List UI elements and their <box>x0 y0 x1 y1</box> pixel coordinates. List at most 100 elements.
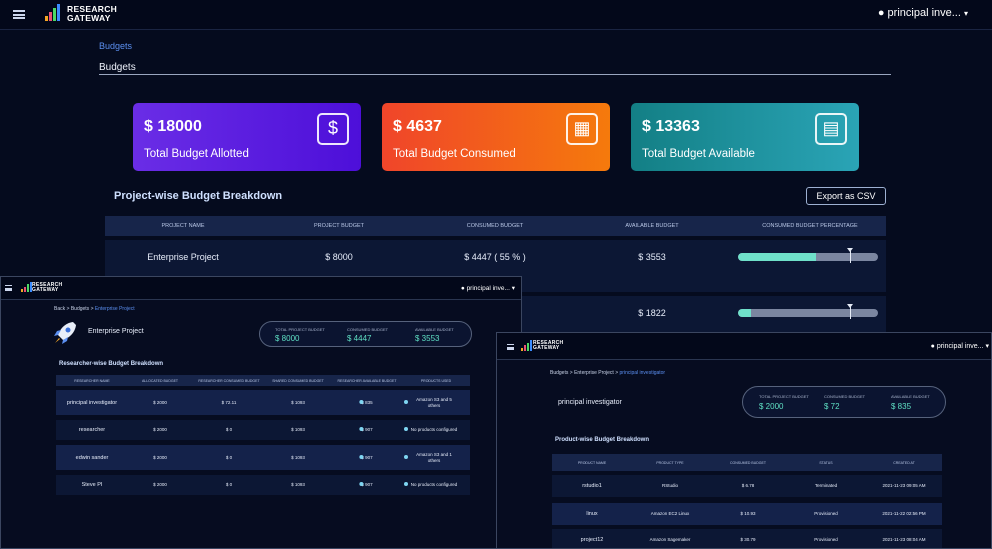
allocated-budget: $ 2000 <box>153 400 167 405</box>
menu-icon[interactable] <box>507 344 514 350</box>
product-consumed: $ 30.79 <box>740 537 756 542</box>
col-consumed-percentage: CONSUMED BUDGET PERCENTAGE <box>762 223 858 229</box>
brand-line-2: GATEWAY <box>32 287 59 294</box>
project-section-title: Project-wise Budget Breakdown <box>114 190 283 202</box>
researcher-table-header: RESEARCHER NAME ALLOCATED BUDGET RESEARC… <box>56 375 470 386</box>
user-menu[interactable]: ● principal inve... ▾ <box>878 7 968 19</box>
product-row[interactable]: rstudio1 RStudio $ 6.78 Terminated 2021-11-2… <box>552 475 942 497</box>
researcher-name-text: principal investigator <box>66 400 118 406</box>
product-type: Amazon Sagemaker <box>649 537 691 542</box>
products-used: No products configured <box>410 482 458 487</box>
researcher-consumed: $ 0 <box>226 427 232 432</box>
summary-value: $ 3553 <box>415 334 440 343</box>
products-used: others <box>427 458 441 463</box>
chevron-down-icon: ▾ <box>511 285 515 292</box>
researcher-row[interactable]: researcher $ 2000 $ 0 $ 1093 $ 907 No product… <box>56 420 470 440</box>
researcher-name-text: researcher <box>78 427 106 433</box>
col-researcher-name: RESEARCHER NAME <box>74 379 110 383</box>
col-researcher-available: RESEARCHER AVAILABLE BUDGET <box>337 379 397 383</box>
product-row[interactable]: project12 Amazon Sagemaker $ 30.79 Provisio… <box>552 529 942 548</box>
researcher-name: principal investigator <box>558 399 622 406</box>
budget-summary-card: $ 13363 Total Budget Available ▤ <box>631 103 859 171</box>
researcher-row[interactable]: principal investigator $ 2000 $ 72.11 $ 109… <box>56 390 470 415</box>
breadcrumb-budgets[interactable]: Budgets <box>71 306 89 312</box>
user-menu[interactable]: ● principal inve... ▾ <box>931 342 989 350</box>
researcher-consumed: $ 0 <box>226 455 232 460</box>
product-type: RStudio <box>661 483 679 488</box>
summary-value: $ 2000 <box>759 402 784 411</box>
budget-summary-card: $ 18000 Total Budget Allotted $ <box>133 103 361 171</box>
product-status: Provisioned <box>814 511 838 516</box>
page-title: Budgets <box>99 62 136 73</box>
wallet-icon: ▤ <box>815 113 847 145</box>
project-summary: TOTAL PROJECT BUDGET $ 8000 CONSUMED BUD… <box>259 321 472 347</box>
menu-icon[interactable] <box>5 285 12 291</box>
user-icon: ● <box>930 343 935 350</box>
allocated-budget: $ 2000 <box>153 427 167 432</box>
breadcrumb-budgets[interactable]: Budgets <box>99 41 132 51</box>
brand-name: RESEARCH GATEWAY <box>67 5 117 23</box>
shared-consumed-text: $ 1093 <box>291 455 305 460</box>
shared-consumed: $ 1093 <box>291 427 305 432</box>
allocated-budget-text: $ 2000 <box>153 400 167 405</box>
shared-consumed-text: $ 1093 <box>291 482 305 487</box>
export-csv-button[interactable]: Export as CSV <box>806 187 886 205</box>
researcher-name-text: Steve PI <box>81 482 103 488</box>
brand-line-2: GATEWAY <box>533 345 560 352</box>
project-available: $ 1822 <box>638 308 666 318</box>
researcher-consumed: $ 0 <box>226 482 232 487</box>
breadcrumb-separator: > <box>615 370 619 376</box>
cash-register-icon: ▦ <box>566 113 598 145</box>
products-used: Amazon S3 and 1 <box>416 452 452 457</box>
researcher-consumed: $ 72.11 <box>222 400 237 405</box>
logo-icon <box>521 340 532 351</box>
col-available-budget: AVAILABLE BUDGET <box>625 223 679 229</box>
breadcrumb-current: principal investigator <box>619 370 666 376</box>
researcher-name: edwin sander <box>76 455 109 461</box>
product-row[interactable]: linux Amazon EC2 Linux $ 10.93 Provisioned 2… <box>552 503 942 525</box>
project-name: Enterprise Project <box>88 328 144 335</box>
summary-value: $ 835 <box>891 402 912 411</box>
researcher-name: principal investigator <box>67 400 117 406</box>
breadcrumb-separator: > <box>66 306 70 312</box>
researcher-consumed-text: $ 72.11 <box>221 400 237 405</box>
breadcrumb-back[interactable]: Back <box>54 306 65 312</box>
summary-value: $ 4447 <box>347 334 372 343</box>
products-used: others <box>427 403 441 408</box>
rocket-icon <box>51 319 79 347</box>
card-amount: $ 4637 <box>393 118 442 135</box>
card-amount: $ 13363 <box>642 118 700 135</box>
card-label: Total Budget Allotted <box>144 148 249 160</box>
threshold-marker <box>847 304 853 319</box>
budget-summary-card: $ 4637 Total Budget Consumed ▦ <box>382 103 610 171</box>
window-header: RESEARCH GATEWAY ● principal inve... ▾ <box>497 333 991 360</box>
status-dot-icon <box>359 482 364 486</box>
logo-icon <box>45 4 60 21</box>
researcher-name: researcher <box>79 427 105 433</box>
shared-consumed-text: $ 1093 <box>291 400 305 405</box>
brand-name: RESEARCH GATEWAY <box>32 282 62 294</box>
summary-value: $ 8000 <box>275 334 300 343</box>
card-label: Total Budget Available <box>642 148 755 160</box>
breadcrumb-project[interactable]: Enterprise Project <box>574 370 614 376</box>
summary-label: AVAILABLE BUDGET <box>415 327 454 332</box>
researcher-consumed-text: $ 0 <box>225 427 233 432</box>
shared-consumed: $ 1093 <box>291 400 305 405</box>
product-name: rstudio1 <box>582 483 602 489</box>
product-status: Provisioned <box>814 537 838 542</box>
user-name: principal inve... <box>936 343 984 350</box>
researcher-row[interactable]: Steve PI $ 2000 $ 0 $ 1093 $ 907 No products … <box>56 475 470 495</box>
shared-consumed: $ 1093 <box>291 482 305 487</box>
breadcrumb-budgets[interactable]: Budgets <box>550 370 568 376</box>
researcher-row[interactable]: edwin sander $ 2000 $ 0 $ 1093 $ 907 Amazon S… <box>56 445 470 470</box>
product-consumed: $ 6.78 <box>741 483 755 488</box>
menu-icon[interactable] <box>13 10 25 19</box>
col-project-name: PROJECT NAME <box>161 223 205 229</box>
products-used: Amazon S3 and 5 <box>416 397 452 402</box>
col-consumed-budget: CONSUMED BUDGET <box>730 461 766 465</box>
chevron-down-icon: ▾ <box>985 343 989 350</box>
allocated-budget: $ 2000 <box>153 482 167 487</box>
user-menu[interactable]: ● principal inve... ▾ <box>461 284 515 292</box>
app-header: RESEARCH GATEWAY ● principal inve... ▾ <box>0 0 992 30</box>
col-shared-consumed: SHARED CONSUMED BUDGET <box>272 379 324 383</box>
